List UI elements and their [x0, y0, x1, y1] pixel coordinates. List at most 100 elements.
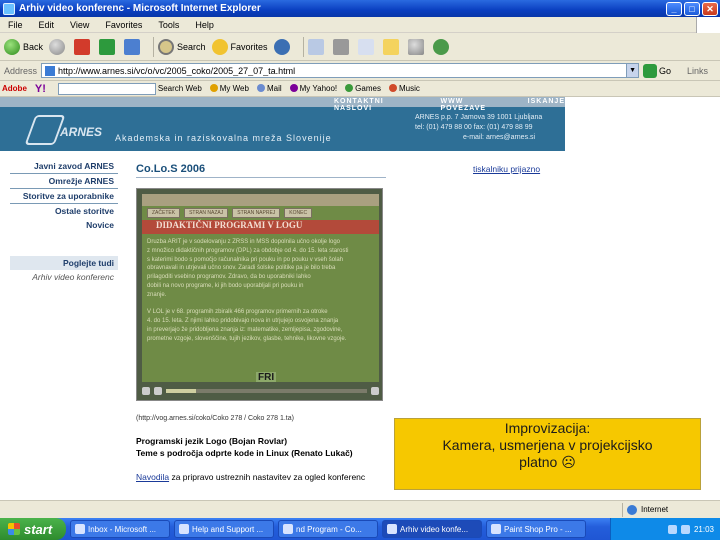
nav-contacts-link[interactable]: KONTAKTNI NASLOVI: [334, 98, 425, 112]
video-progress-fill: [166, 389, 197, 393]
nav-links-link[interactable]: WWW POVEZAVE: [441, 98, 512, 112]
back-label: Back: [23, 41, 44, 52]
yahoo-logo[interactable]: Y!: [35, 83, 46, 95]
taskbar-item-inbox[interactable]: Inbox - Microsoft ...: [70, 520, 170, 538]
music-button[interactable]: Music: [388, 84, 420, 93]
task-label: Paint Shop Pro - ...: [504, 524, 572, 534]
adobe-button[interactable]: Adobe: [2, 84, 27, 93]
favorites-label: Favorites: [230, 41, 268, 52]
menu-help[interactable]: Help: [187, 20, 222, 30]
mail-button-yahoo[interactable]: Mail: [256, 84, 282, 93]
contact-phone: tel: (01) 479 88 00 fax: (01) 479 88 99: [415, 124, 533, 131]
research-icon: [407, 38, 424, 55]
outlook-icon: [75, 524, 85, 534]
print-button[interactable]: [332, 38, 352, 55]
arnes-logo-mark-icon: [24, 115, 66, 145]
media-button[interactable]: [273, 38, 293, 55]
start-label: start: [24, 521, 53, 537]
messenger-button[interactable]: [432, 38, 452, 55]
nav-search-link[interactable]: ISKANJE: [528, 98, 565, 112]
taskbar-item-arhiv[interactable]: Arhiv video konfe...: [382, 520, 482, 538]
taskbar-item-paintshop[interactable]: Paint Shop Pro - ...: [486, 520, 586, 538]
refresh-button[interactable]: [99, 38, 118, 55]
print-friendly-link[interactable]: tiskalniku prijazno: [473, 164, 540, 174]
play-icon[interactable]: [142, 387, 150, 395]
section-heading-linux: Teme s področja odprte kode in Linux (Re…: [136, 448, 353, 458]
toolbar: Back Search Favorites: [0, 33, 720, 61]
clock[interactable]: 21:03: [694, 525, 714, 534]
video-screen[interactable]: ZAČETEK STRAN NAZAJ STRAN NAPREJ KONEC D…: [142, 194, 379, 382]
go-button[interactable]: Go: [643, 63, 671, 78]
ie-icon: [387, 524, 397, 534]
my-yahoo-button[interactable]: My Yahoo!: [289, 84, 338, 93]
slide-nav-item: KONEC: [284, 208, 313, 218]
my-yahoo-icon: [289, 84, 298, 92]
nav-omrezje[interactable]: Omrežje ARNES: [10, 173, 118, 188]
task-label: Help and Support ...: [192, 524, 264, 534]
nav-arhiv-video[interactable]: Arhiv video konferenc: [10, 270, 118, 284]
messenger-icon: [432, 38, 449, 55]
stop-button[interactable]: [74, 38, 93, 55]
menu-favorites[interactable]: Favorites: [97, 20, 150, 30]
start-button[interactable]: start: [0, 518, 66, 540]
discuss-button[interactable]: [382, 38, 402, 55]
favorites-star-icon: [211, 38, 228, 55]
address-input[interactable]: http://www.arnes.si/vc/o/vc/2005_coko/20…: [41, 63, 640, 78]
search-web-button[interactable]: Search Web: [158, 84, 202, 93]
menu-tools[interactable]: Tools: [150, 20, 187, 30]
contact-email[interactable]: e-mail: arnes@arnes.si: [415, 133, 542, 143]
yahoo-search-input[interactable]: [57, 82, 156, 95]
nav-storitve-uporabniki[interactable]: Storitve za uporabnike: [10, 188, 118, 203]
edit-button[interactable]: [357, 38, 377, 55]
forward-button[interactable]: [49, 38, 68, 55]
menu-view[interactable]: View: [62, 20, 97, 30]
games-label: Games: [355, 84, 381, 93]
search-button[interactable]: Search: [158, 38, 206, 55]
nav-novice[interactable]: Novice: [10, 218, 118, 232]
games-button[interactable]: Games: [345, 84, 381, 93]
instructions-link[interactable]: Navodila: [136, 472, 169, 482]
nav-poglejte-tudi[interactable]: Poglejte tudi: [10, 256, 118, 270]
address-dropdown-icon[interactable]: ▼: [626, 64, 639, 77]
search-icon: [158, 38, 175, 55]
arnes-logo[interactable]: ARNES: [12, 109, 102, 147]
menu-file[interactable]: File: [0, 20, 31, 30]
web-page: KONTAKTNI NASLOVI WWW POVEZAVE ISKANJE A…: [0, 97, 720, 500]
mail-button[interactable]: [307, 38, 327, 55]
video-controls: [142, 385, 379, 397]
video-seek-bar[interactable]: [166, 389, 367, 393]
my-web-button[interactable]: My Web: [209, 84, 249, 93]
music-label: Music: [398, 84, 420, 93]
slide-top-strip: [142, 194, 379, 206]
links-button[interactable]: Links: [687, 66, 708, 76]
my-yahoo-label: My Yahoo!: [299, 84, 338, 93]
nav-ostale-storitve[interactable]: Ostale storitve: [10, 203, 118, 218]
instructions-text: za pripravo ustreznih nastavitev za ogle…: [169, 472, 366, 482]
menu-edit[interactable]: Edit: [31, 20, 63, 30]
close-button[interactable]: ✕: [702, 1, 718, 16]
back-button[interactable]: Back: [4, 38, 44, 55]
research-button[interactable]: [407, 38, 427, 55]
callout-line-3: platno ☹: [519, 454, 576, 470]
favorites-button[interactable]: Favorites: [211, 38, 268, 55]
address-value[interactable]: http://www.arnes.si/vc/o/vc/2005_coko/20…: [58, 66, 626, 76]
video-player[interactable]: ZAČETEK STRAN NAZAJ STRAN NAPREJ KONEC D…: [136, 188, 383, 401]
taskbar-item-help[interactable]: Help and Support ...: [174, 520, 274, 538]
tray-volume-icon[interactable]: [680, 524, 690, 534]
page-title: Co.Lo.S 2006: [136, 163, 206, 175]
back-arrow-icon: [4, 38, 20, 55]
nav-javni-zavod[interactable]: Javni zavod ARNES: [10, 159, 118, 173]
minimize-button[interactable]: _: [666, 1, 682, 16]
word-icon: [357, 38, 374, 55]
print-icon: [332, 38, 349, 55]
toolbar-separator: [153, 36, 155, 57]
page-icon: [45, 65, 56, 76]
home-button[interactable]: [124, 38, 143, 55]
volume-icon[interactable]: [371, 387, 379, 395]
folder-icon: [382, 38, 399, 55]
maximize-button[interactable]: □: [684, 1, 700, 16]
paintshop-icon: [491, 524, 501, 534]
stop-video-icon[interactable]: [154, 387, 162, 395]
taskbar-item-program[interactable]: nd Program - Co...: [278, 520, 378, 538]
tray-network-icon[interactable]: [667, 524, 677, 534]
